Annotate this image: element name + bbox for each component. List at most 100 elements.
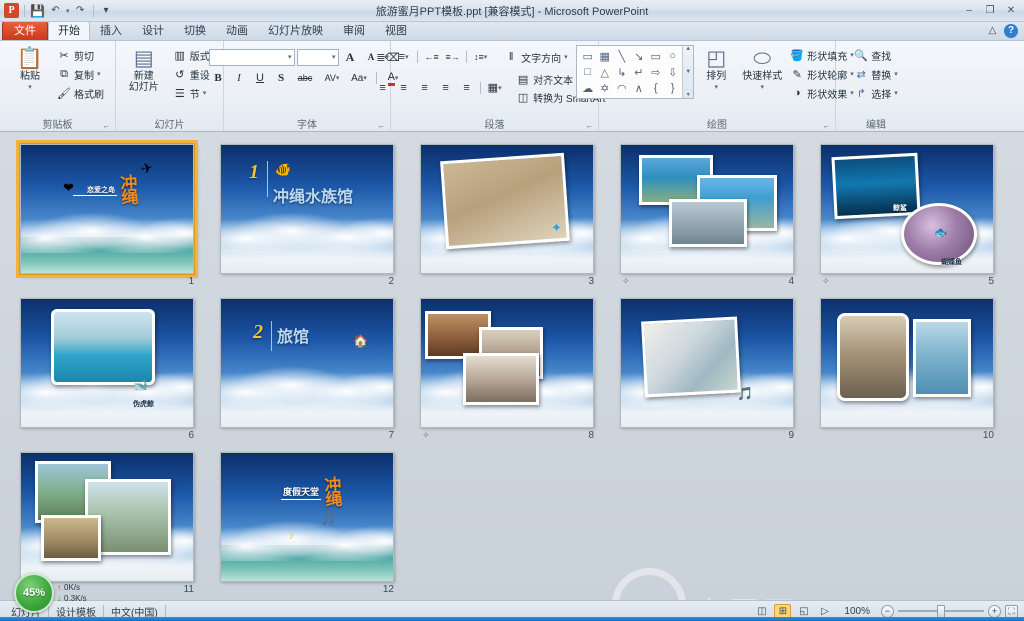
chevron-down-icon[interactable]: ▾ xyxy=(564,53,568,61)
find-button[interactable]: 🔍 查找 xyxy=(850,46,902,64)
chevron-down-icon[interactable]: ▾ xyxy=(203,89,207,97)
slide-thumbnail-6[interactable]: 🐋 伪虎鲸 6 xyxy=(14,292,214,446)
numbering-button[interactable]: ≡ ▾ xyxy=(394,48,413,66)
format-painter-button[interactable]: 🖌 格式刷 xyxy=(53,84,108,102)
shape-item[interactable]: ☁ xyxy=(579,80,596,96)
cut-button[interactable]: ✂ 剪切 xyxy=(53,46,108,64)
tab-home[interactable]: 开始 xyxy=(48,21,90,40)
tab-view[interactable]: 视图 xyxy=(375,21,417,40)
slide-thumbnail-10[interactable]: 10 xyxy=(814,292,1014,446)
shape-item[interactable]: ↳ xyxy=(613,64,630,80)
bullets-button[interactable]: ≣ ▾ xyxy=(373,48,392,66)
zoom-in-button[interactable]: + xyxy=(988,604,1001,618)
tab-insert[interactable]: 插入 xyxy=(90,21,132,40)
undo-icon[interactable]: ↶ xyxy=(48,3,63,18)
shape-item[interactable]: ∧ xyxy=(630,80,647,96)
slide-thumbnail-12[interactable]: 度假天堂 冲绳 🎵 ♪ 12 xyxy=(214,446,414,600)
tab-review[interactable]: 审阅 xyxy=(333,21,375,40)
text-direction-button[interactable]: ‖ 文字方向 ▾ xyxy=(500,48,572,66)
distribute-button[interactable]: ≡ xyxy=(457,79,476,97)
chevron-down-icon[interactable]: ▾ xyxy=(28,82,32,93)
gallery-more-icon[interactable]: ▾ xyxy=(687,91,690,98)
clipboard-dialog-launcher[interactable]: ⌐ xyxy=(104,122,113,131)
shapes-gallery-scrollbar[interactable]: ▲ ▼ ▾ xyxy=(682,46,694,98)
select-button[interactable]: ↱ 选择 ▾ xyxy=(850,84,902,102)
tab-slideshow[interactable]: 幻灯片放映 xyxy=(258,21,333,40)
undo-caret-icon[interactable]: ▾ xyxy=(66,7,70,15)
cpu-usage-gauge[interactable]: 45% xyxy=(14,573,54,613)
redo-icon[interactable]: ↷ xyxy=(73,3,88,18)
shape-item[interactable]: } xyxy=(664,80,681,96)
slide-sorter-pane[interactable]: 六图网 ✈ ❤ 恋爱之岛 冲绳 1 1 xyxy=(0,132,1024,600)
slide-thumbnail-8[interactable]: ✧ 8 xyxy=(414,292,614,446)
strikethrough-button[interactable]: abc xyxy=(293,69,318,87)
chevron-down-icon[interactable]: ▾ xyxy=(894,70,898,78)
help-icon[interactable]: ? xyxy=(1004,23,1018,38)
powerpoint-logo-icon[interactable]: P xyxy=(4,3,19,18)
slide-thumbnail-5[interactable]: 鲸鲨 🐟 蝴蝶鱼 ✧ 5 xyxy=(814,138,1014,292)
replace-button[interactable]: ⇄ 替换 ▾ xyxy=(850,65,902,83)
fit-to-window-button[interactable]: ⛶ xyxy=(1005,604,1018,618)
shape-item[interactable]: ▦ xyxy=(596,48,613,64)
network-monitor-widget[interactable]: 45% ↑ 0K/s ↓ 0.3K/s xyxy=(14,573,87,613)
align-center-button[interactable]: ≡ xyxy=(394,79,413,97)
arrange-button[interactable]: ◰ 排列 ▾ xyxy=(694,45,738,93)
slide-thumbnail-7[interactable]: 2 旅馆 🏠 7 xyxy=(214,292,414,446)
paragraph-dialog-launcher[interactable]: ⌐ xyxy=(587,122,596,131)
slide-thumbnail-1[interactable]: ✈ ❤ 恋爱之岛 冲绳 1 xyxy=(14,138,214,292)
shape-item[interactable]: ○ xyxy=(664,48,681,64)
slide-thumbnail-2[interactable]: 1 🐠 冲绳水族馆 2 xyxy=(214,138,414,292)
columns-button[interactable]: ▦ ▾ xyxy=(485,79,504,97)
minimize-button[interactable]: – xyxy=(959,3,979,19)
font-name-input[interactable]: ▾ xyxy=(208,48,295,66)
customize-qat-icon[interactable]: ▾ xyxy=(99,3,114,18)
shape-item[interactable]: ⇩ xyxy=(664,64,681,80)
paste-button[interactable]: 📋 粘贴 ▾ xyxy=(7,45,53,93)
chevron-down-icon[interactable]: ▾ xyxy=(97,70,101,78)
slide-thumbnail-9[interactable]: 🎵 9 xyxy=(614,292,814,446)
zoom-level-label[interactable]: 100% xyxy=(837,606,877,617)
ribbon-minimize-icon[interactable]: △ xyxy=(985,23,1000,38)
shape-item[interactable]: { xyxy=(647,80,664,96)
grow-font-button[interactable]: A xyxy=(341,48,360,66)
chevron-down-icon[interactable]: ▾ xyxy=(288,53,292,61)
scroll-up-icon[interactable]: ▲ xyxy=(685,46,691,52)
align-right-button[interactable]: ≡ xyxy=(415,79,434,97)
shapes-gallery[interactable]: ▭ ▦ ╲ ↘ ▭ ○ □ △ ↳ ↵ ⇨ ⇩ ☁ ✡ ◠ ∧ {} ▲ ▼ … xyxy=(576,45,695,99)
change-case-button[interactable]: Aa ▾ xyxy=(347,69,372,87)
italic-button[interactable]: I xyxy=(230,69,249,87)
shape-item[interactable]: ╲ xyxy=(613,48,630,64)
shape-item[interactable]: ↵ xyxy=(630,64,647,80)
chevron-down-icon[interactable]: ▾ xyxy=(894,89,898,97)
slide-thumbnail-4[interactable]: ✧ 4 xyxy=(614,138,814,292)
shape-item[interactable]: ⇨ xyxy=(647,64,664,80)
shape-item[interactable]: ✡ xyxy=(596,80,613,96)
copy-button[interactable]: ⧉ 复制 ▾ xyxy=(53,65,108,83)
underline-button[interactable]: U xyxy=(251,69,270,87)
scroll-down-icon[interactable]: ▼ xyxy=(685,69,691,75)
align-left-button[interactable]: ≡ xyxy=(373,79,392,97)
increase-indent-button[interactable]: ≡→ xyxy=(443,48,462,66)
shape-item[interactable]: □ xyxy=(579,64,596,80)
zoom-slider[interactable] xyxy=(898,604,984,618)
restore-button[interactable]: ❐ xyxy=(980,3,1000,19)
slide-thumbnail-3[interactable]: ✦ 3 xyxy=(414,138,614,292)
tab-transitions[interactable]: 切换 xyxy=(174,21,216,40)
shape-item[interactable]: ↘ xyxy=(630,48,647,64)
quick-styles-button[interactable]: ⬭ 快速样式 ▾ xyxy=(738,45,786,93)
font-dialog-launcher[interactable]: ⌐ xyxy=(379,122,388,131)
chevron-down-icon[interactable]: ▾ xyxy=(714,82,718,93)
shape-item[interactable]: ◠ xyxy=(613,80,630,96)
shape-item[interactable]: ▭ xyxy=(647,48,664,64)
chevron-down-icon[interactable]: ▾ xyxy=(760,82,764,93)
zoom-out-button[interactable]: − xyxy=(881,604,894,618)
decrease-indent-button[interactable]: ←≡ xyxy=(422,48,441,66)
justify-button[interactable]: ≡ xyxy=(436,79,455,97)
character-spacing-button[interactable]: AV ▾ xyxy=(320,69,345,87)
bold-button[interactable]: B xyxy=(209,69,228,87)
tab-design[interactable]: 设计 xyxy=(132,21,174,40)
font-size-input[interactable]: ▾ xyxy=(296,48,339,66)
shape-item[interactable]: △ xyxy=(596,64,613,80)
shape-item[interactable]: ▭ xyxy=(579,48,596,64)
tab-file[interactable]: 文件 xyxy=(2,21,48,40)
